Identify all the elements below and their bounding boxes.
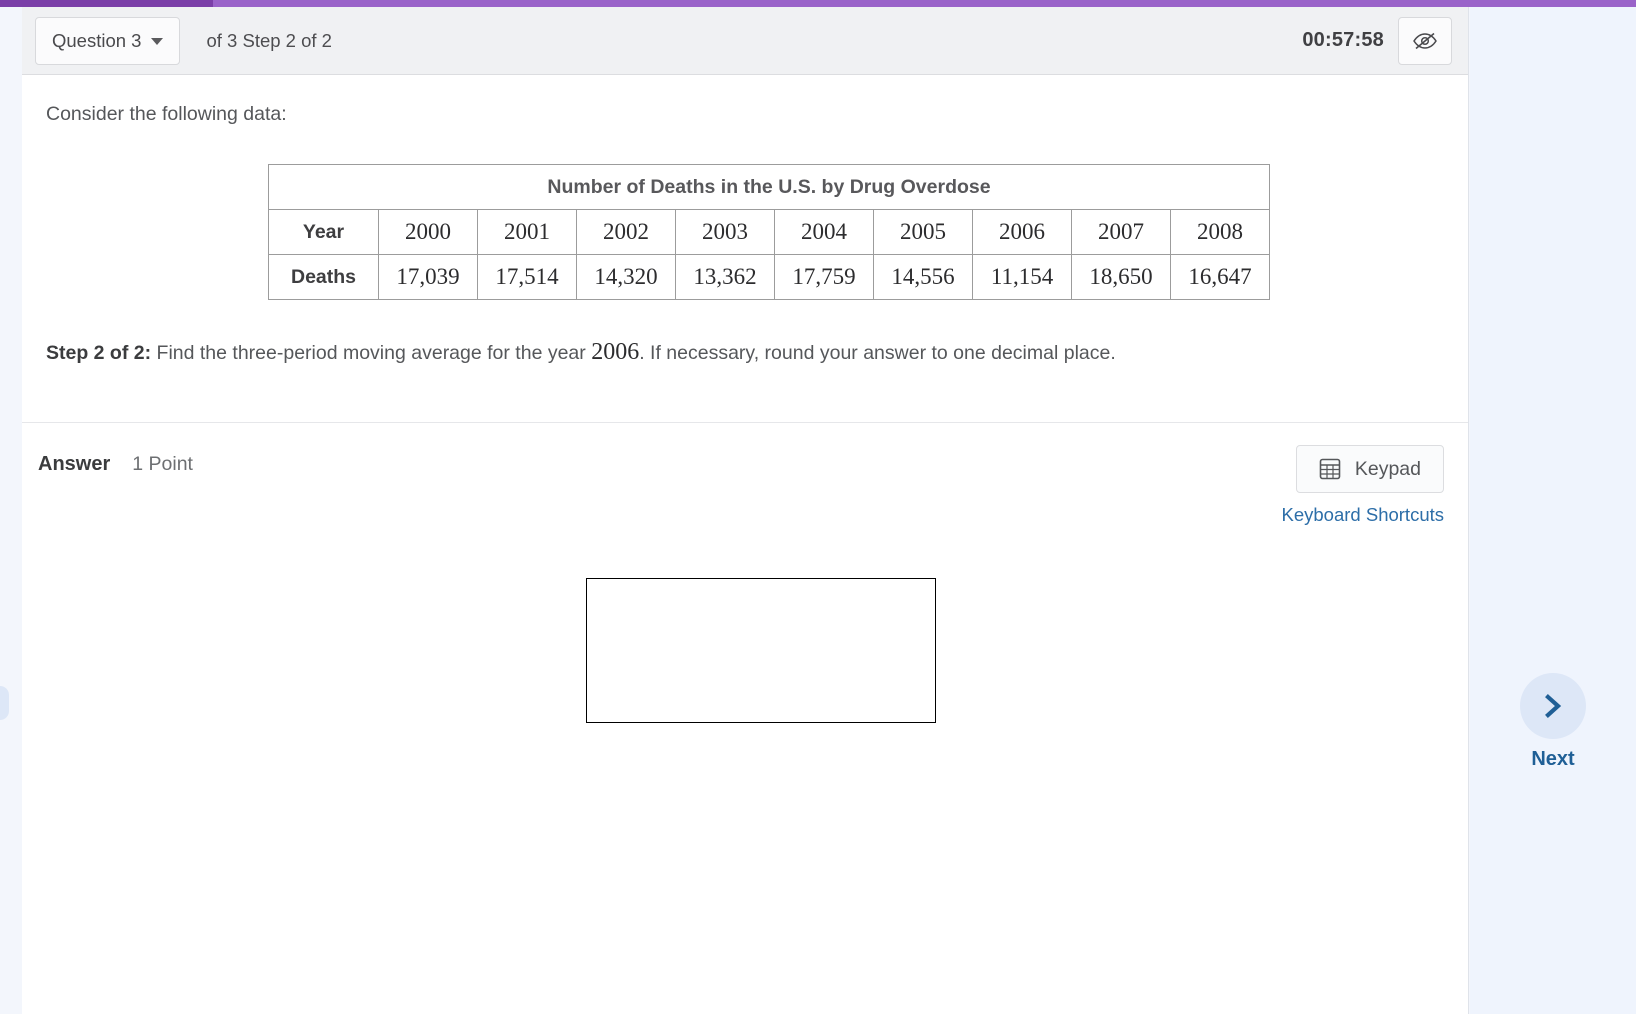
year-cell: 2000 (378, 209, 479, 255)
right-rail: Next (1470, 7, 1636, 1014)
prev-button-stub[interactable] (0, 686, 9, 720)
question-selector-dropdown[interactable]: Question 3 (35, 16, 181, 65)
progress-bar-track (0, 0, 1636, 7)
table-row-years: Year 2000 2001 2002 2003 2004 2005 2006 … (267, 209, 1271, 255)
year-cell: 2002 (576, 209, 677, 255)
question-body: Consider the following data: Number of D… (22, 75, 1468, 423)
year-cell: 2006 (972, 209, 1073, 255)
step-year-value: 2006 (591, 339, 640, 365)
deaths-cell: 11,154 (972, 254, 1073, 300)
year-cell: 2004 (774, 209, 875, 255)
year-cell: 2007 (1071, 209, 1172, 255)
answer-label: Answer (38, 453, 111, 475)
question-intro-text: Consider the following data: (46, 103, 287, 125)
table-row-deaths: Deaths 17,039 17,514 14,320 13,362 17,75… (267, 254, 1271, 300)
next-button-circle (1520, 673, 1586, 739)
timer-display: 00:57:58 (1302, 29, 1384, 51)
table-title-row: Number of Deaths in the U.S. by Drug Ove… (267, 164, 1271, 210)
table-title: Number of Deaths in the U.S. by Drug Ove… (267, 164, 1271, 210)
deaths-cell: 13,362 (675, 254, 776, 300)
step-indicator: of 3 Step 2 of 2 (206, 29, 332, 51)
left-rail (0, 7, 22, 1014)
progress-bar-fill (0, 0, 213, 7)
next-button-label: Next (1531, 748, 1575, 770)
keyboard-shortcuts-link[interactable]: Keyboard Shortcuts (1282, 504, 1444, 526)
eye-slash-icon (1413, 32, 1437, 49)
deaths-cell: 14,320 (576, 254, 677, 300)
year-cell: 2005 (873, 209, 974, 255)
answer-tools: Keypad Keyboard Shortcuts (1282, 445, 1444, 526)
points-label: 1 Point (132, 453, 193, 475)
year-cell: 2001 (477, 209, 578, 255)
step-prefix: Step 2 of 2: (46, 342, 152, 364)
keypad-button-label: Keypad (1354, 457, 1421, 480)
data-table-wrapper: Number of Deaths in the U.S. by Drug Ove… (46, 164, 1444, 300)
step-question-text: Step 2 of 2: Find the three-period movin… (46, 336, 1444, 370)
deaths-cell: 17,759 (774, 254, 875, 300)
exam-question-page: Question 3 of 3 Step 2 of 2 00:57:58 Con… (0, 0, 1636, 1014)
year-cell: 2003 (675, 209, 776, 255)
deaths-cell: 16,647 (1170, 254, 1271, 300)
calculator-grid-icon (1319, 458, 1341, 480)
deaths-cell: 17,514 (477, 254, 578, 300)
step-text-after: . If necessary, round your answer to one… (639, 342, 1116, 364)
answer-input-area (38, 526, 1444, 826)
step-text-before: Find the three-period moving average for… (156, 342, 586, 364)
overdose-deaths-table: Number of Deaths in the U.S. by Drug Ove… (267, 164, 1271, 300)
answer-input[interactable] (586, 578, 936, 723)
row-header-deaths: Deaths (267, 254, 380, 300)
header-right-group: 00:57:58 (1302, 16, 1452, 65)
answer-header: Answer 1 Point Keypad Keyboard Shortcuts (38, 445, 1444, 526)
chevron-down-icon (151, 38, 164, 45)
answer-section: Answer 1 Point Keypad Keyboard Shortcuts (22, 423, 1468, 826)
next-button[interactable]: Next (1470, 673, 1636, 771)
question-selector-label: Question 3 (52, 29, 142, 51)
chevron-right-icon (1545, 694, 1562, 718)
deaths-cell: 18,650 (1071, 254, 1172, 300)
deaths-cell: 14,556 (873, 254, 974, 300)
question-header: Question 3 of 3 Step 2 of 2 00:57:58 (22, 7, 1468, 75)
deaths-cell: 17,039 (378, 254, 479, 300)
question-panel: Question 3 of 3 Step 2 of 2 00:57:58 Con… (22, 7, 1469, 1014)
year-cell: 2008 (1170, 209, 1271, 255)
keypad-button[interactable]: Keypad (1295, 445, 1444, 493)
hide-timer-button[interactable] (1398, 16, 1452, 65)
row-header-year: Year (267, 209, 380, 255)
